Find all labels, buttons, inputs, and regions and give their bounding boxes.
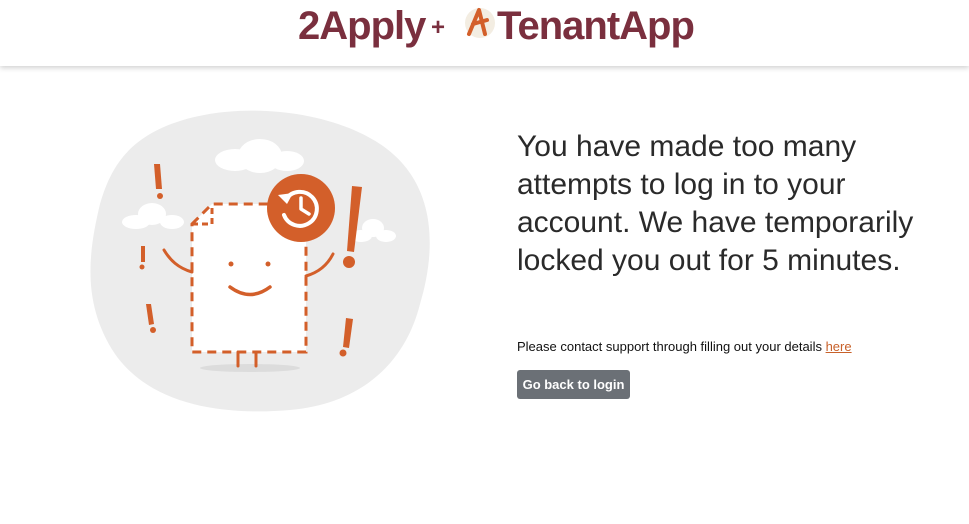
- support-text-label: Please contact support through filling o…: [517, 339, 826, 354]
- locked-account-illustration: [90, 110, 430, 412]
- go-back-to-login-button[interactable]: Go back to login: [517, 370, 630, 399]
- support-text: Please contact support through filling o…: [517, 339, 852, 354]
- brand-2apply-logo: 2Apply: [298, 4, 426, 48]
- header: 2Apply + TenantApp: [0, 0, 969, 66]
- brand-plus-separator: +: [431, 14, 446, 41]
- brand-tenantapp-logo: TenantApp: [497, 4, 695, 48]
- tenantapp-logo-icon: [465, 8, 495, 38]
- document-eye-right: [265, 261, 271, 267]
- history-clock-icon: [267, 174, 335, 242]
- support-link[interactable]: here: [826, 339, 852, 354]
- lockout-message: You have made too many attempts to log i…: [517, 130, 914, 277]
- document-shadow: [200, 364, 300, 372]
- document-eye-left: [228, 261, 234, 267]
